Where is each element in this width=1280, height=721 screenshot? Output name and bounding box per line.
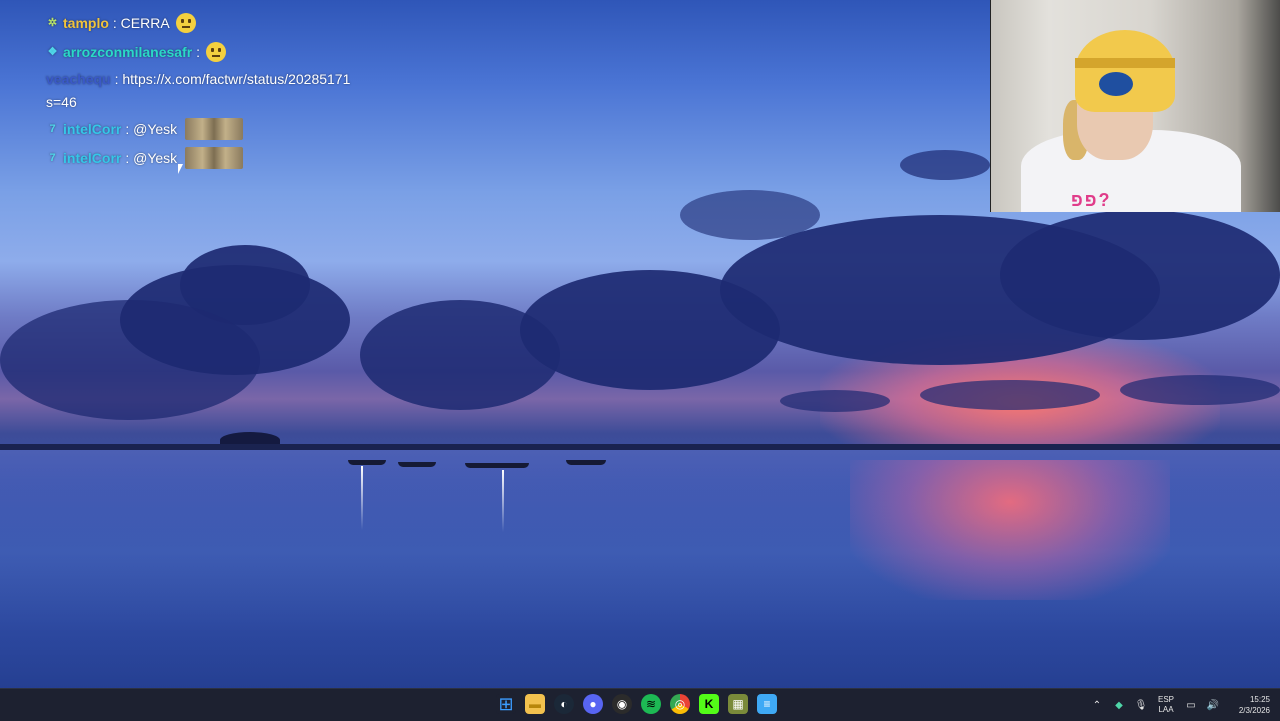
- spotify-icon[interactable]: ≋: [641, 694, 661, 714]
- chat-text: s=46: [46, 94, 77, 110]
- chat-text: : CERRA: [112, 15, 170, 31]
- taskbar-pinned-apps: ⊞ ▬ ◐ ● ◉ ≋ ◎ K ▦ ≡: [496, 694, 777, 714]
- system-tray: ⌃ ◆ 🎙 ESP LAA ▭ 🔊 15:25 2/3/2026: [1086, 689, 1280, 721]
- webcam-shirt-print: פפ?: [1071, 190, 1112, 210]
- boat: [566, 460, 606, 465]
- obs-icon[interactable]: ◉: [612, 694, 632, 714]
- microphone-icon[interactable]: 🎙: [1130, 700, 1152, 711]
- cloud: [780, 390, 890, 412]
- cat-emote-icon: [185, 147, 244, 169]
- chat-text: :: [196, 44, 201, 60]
- chrome-icon[interactable]: ◎: [670, 694, 690, 714]
- clock-date: 2/3/2026: [1238, 706, 1270, 715]
- discord-icon[interactable]: ●: [583, 694, 603, 714]
- kick-icon[interactable]: K: [699, 694, 719, 714]
- clock[interactable]: 15:25 2/3/2026: [1224, 694, 1270, 716]
- neutral-face-emoji-icon: [206, 42, 227, 62]
- sunset-reflection: [850, 460, 1170, 600]
- cloud: [0, 300, 260, 420]
- chat-message: ❖ arrozconmilanesafr :: [46, 42, 227, 62]
- chat-message: veachequ : https://x.com/factwr/status/2…: [46, 71, 350, 87]
- minecraft-icon[interactable]: ▦: [728, 694, 748, 714]
- chat-username[interactable]: tamplo: [63, 15, 109, 31]
- neutral-face-emoji-icon: [175, 13, 196, 33]
- chat-link[interactable]: : https://x.com/factwr/status/20285171: [115, 71, 351, 87]
- taskbar: ⊞ ▬ ◐ ● ◉ ≋ ◎ K ▦ ≡ ⌃ ◆ 🎙 ESP LAA ▭ 🔊 15…: [0, 688, 1280, 721]
- volume-icon[interactable]: 🔊: [1202, 700, 1224, 711]
- chat-username[interactable]: arrozconmilanesafr: [63, 44, 192, 60]
- chat-message-continuation: s=46: [46, 94, 77, 110]
- cat-emote-icon: [185, 118, 244, 140]
- user-badge-icon: 7: [49, 151, 56, 164]
- keyboard-layout-code: LAA: [1158, 705, 1174, 714]
- boat: [465, 463, 529, 468]
- start-button[interactable]: ⊞: [496, 694, 516, 714]
- chat-username[interactable]: intelCorr: [63, 150, 121, 166]
- input-language-indicator[interactable]: ESP LAA: [1152, 695, 1180, 715]
- webcam-overlay: פפ?: [990, 0, 1280, 212]
- boat: [348, 460, 386, 465]
- chat-username[interactable]: veachequ: [46, 71, 111, 87]
- beanie-logo-icon: [1099, 72, 1133, 96]
- mouse-cursor-icon: [178, 164, 183, 174]
- boat: [398, 462, 436, 467]
- boat-light-reflection: [361, 466, 363, 530]
- language-code: ESP: [1157, 695, 1174, 704]
- user-badge-icon: ✲: [47, 16, 58, 29]
- chat-text: : @Yesk: [125, 150, 178, 166]
- boat-light-reflection: [502, 470, 504, 532]
- user-badge-icon: ❖: [47, 45, 58, 58]
- webcam-beanie-stripe: [1075, 58, 1175, 68]
- show-hidden-icons-chevron-icon[interactable]: ⌃: [1086, 700, 1108, 711]
- cloud: [680, 190, 820, 240]
- file-explorer-icon[interactable]: ▬: [525, 694, 545, 714]
- steam-icon[interactable]: ◐: [554, 694, 574, 714]
- security-shield-icon[interactable]: ◆: [1108, 700, 1130, 711]
- webcam-beanie: [1075, 30, 1175, 112]
- chat-message: 7 intelCorr : @Yesk: [46, 118, 244, 140]
- cloud: [1120, 375, 1280, 405]
- chat-message: 7 intelCorr : @Yesk: [46, 147, 244, 169]
- clock-time: 15:25: [1249, 695, 1270, 704]
- network-icon[interactable]: ▭: [1180, 700, 1202, 711]
- user-badge-icon: 7: [49, 122, 56, 135]
- cloud: [900, 150, 990, 180]
- chat-text: : @Yesk: [125, 121, 178, 137]
- cloud: [1000, 210, 1280, 340]
- chat-username[interactable]: intelCorr: [63, 121, 121, 137]
- cloud: [920, 380, 1100, 410]
- notepad-icon[interactable]: ≡: [757, 694, 777, 714]
- chat-message: ✲ tamplo : CERRA: [46, 13, 196, 33]
